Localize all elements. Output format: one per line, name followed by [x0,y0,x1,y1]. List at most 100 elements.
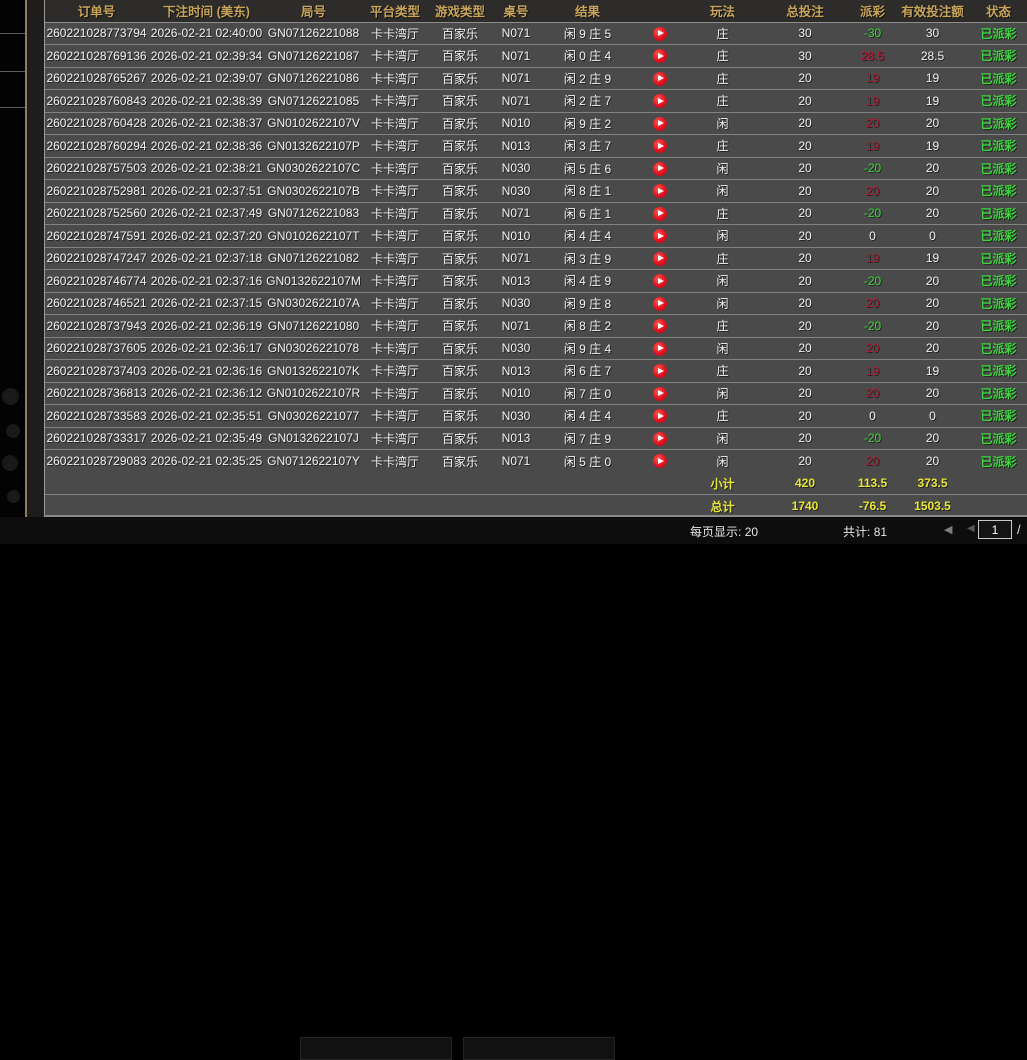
table-row: 260221028746521 2026-02-21 02:37:15 GN03… [45,292,1027,315]
total-bet-cell: 20 [760,135,850,158]
platform-cell: 卡卡湾厅 [362,315,428,338]
round-number-cell: GN07126221088 [265,22,362,45]
play-video-icon[interactable] [653,207,667,221]
order-number-cell: 260221028760428 [45,112,148,135]
result-cell: 闲 7 庄 9 [540,427,635,450]
replay-cell [635,157,685,180]
play-type-cell: 庄 [685,90,760,113]
previous-page-icon[interactable]: ◀ [967,523,975,534]
order-number-cell: 260221028773794 [45,22,148,45]
play-video-icon[interactable] [653,454,667,468]
play-video-icon[interactable] [653,274,667,288]
platform-cell: 卡卡湾厅 [362,90,428,113]
payout-cell: 0 [850,405,895,428]
per-page-display: 每页显示: 20 [690,523,758,540]
payout-cell: -20 [850,157,895,180]
order-number-cell: 260221028737943 [45,315,148,338]
game-type-cell: 百家乐 [428,382,492,405]
order-number-cell: 260221028733583 [45,405,148,428]
play-video-icon[interactable] [653,49,667,63]
valid-bet-cell: 19 [895,360,970,383]
table-number-cell: N071 [492,450,540,473]
subtotal-total-bet: 420 [760,472,850,495]
table-row: 260221028769136 2026-02-21 02:39:34 GN07… [45,45,1027,68]
total-bet-cell: 20 [760,427,850,450]
bet-time-cell: 2026-02-21 02:37:51 [148,180,265,203]
status-badge: 已派彩 [970,202,1027,225]
table-row: 260221028737403 2026-02-21 02:36:16 GN01… [45,360,1027,383]
table-number-cell: N013 [492,135,540,158]
col-header-result: 结果 [540,0,635,22]
play-type-cell: 闲 [685,382,760,405]
total-bet-cell: 20 [760,405,850,428]
platform-cell: 卡卡湾厅 [362,270,428,293]
col-header-platform: 平台类型 [362,0,428,22]
play-video-icon[interactable] [653,139,667,153]
play-video-icon[interactable] [653,94,667,108]
play-video-icon[interactable] [653,229,667,243]
play-video-icon[interactable] [653,387,667,401]
play-video-icon[interactable] [653,27,667,41]
play-video-icon[interactable] [653,297,667,311]
col-header-game-type: 游戏类型 [428,0,492,22]
order-number-cell: 260221028736813 [45,382,148,405]
valid-bet-cell: 20 [895,180,970,203]
bet-time-cell: 2026-02-21 02:38:36 [148,135,265,158]
total-bet-cell: 30 [760,45,850,68]
play-video-icon[interactable] [653,319,667,333]
result-cell: 闲 2 庄 7 [540,90,635,113]
replay-cell [635,382,685,405]
play-video-icon[interactable] [653,364,667,378]
replay-cell [635,427,685,450]
round-number-cell: GN07126221080 [265,315,362,338]
play-type-cell: 闲 [685,225,760,248]
game-type-cell: 百家乐 [428,22,492,45]
total-bet-cell: 20 [760,292,850,315]
round-number-cell: GN0712622107Y [265,450,362,473]
platform-cell: 卡卡湾厅 [362,157,428,180]
valid-bet-cell: 20 [895,315,970,338]
background-gap-strip [27,0,44,544]
play-video-icon[interactable] [653,432,667,446]
order-number-cell: 260221028765267 [45,67,148,90]
first-page-icon[interactable]: ◀ [944,523,952,536]
play-video-icon[interactable] [653,117,667,131]
play-type-cell: 庄 [685,360,760,383]
round-number-cell: GN0132622107M [265,270,362,293]
play-video-icon[interactable] [653,184,667,198]
status-badge: 已派彩 [970,315,1027,338]
play-type-cell: 庄 [685,45,760,68]
total-bet-cell: 20 [760,67,850,90]
platform-cell: 卡卡湾厅 [362,337,428,360]
total-bet-cell: 20 [760,90,850,113]
play-video-icon[interactable] [653,72,667,86]
table-row: 260221028737943 2026-02-21 02:36:19 GN07… [45,315,1027,338]
table-number-cell: N030 [492,180,540,203]
order-number-cell: 260221028737403 [45,360,148,383]
valid-bet-cell: 19 [895,247,970,270]
bet-time-cell: 2026-02-21 02:36:17 [148,337,265,360]
grand-total-payout: -76.5 [850,495,895,518]
total-bet-cell: 20 [760,315,850,338]
play-video-icon[interactable] [653,409,667,423]
play-video-icon[interactable] [653,252,667,266]
grand-total-valid-bet: 1503.5 [895,495,970,518]
status-badge: 已派彩 [970,247,1027,270]
page-number-input[interactable] [978,520,1012,539]
play-type-cell: 闲 [685,157,760,180]
table-number-cell: N010 [492,112,540,135]
table-number-cell: N030 [492,157,540,180]
play-video-icon[interactable] [653,162,667,176]
game-type-cell: 百家乐 [428,225,492,248]
replay-cell [635,67,685,90]
play-video-icon[interactable] [653,342,667,356]
play-type-cell: 闲 [685,180,760,203]
play-type-cell: 闲 [685,337,760,360]
subtotal-label: 小计 [685,472,760,495]
status-badge: 已派彩 [970,22,1027,45]
table-row: 260221028736813 2026-02-21 02:36:12 GN01… [45,382,1027,405]
round-number-cell: GN03026221077 [265,405,362,428]
game-type-cell: 百家乐 [428,112,492,135]
grand-total-row: 总计 1740 -76.5 1503.5 [45,495,1027,518]
play-type-cell: 庄 [685,202,760,225]
